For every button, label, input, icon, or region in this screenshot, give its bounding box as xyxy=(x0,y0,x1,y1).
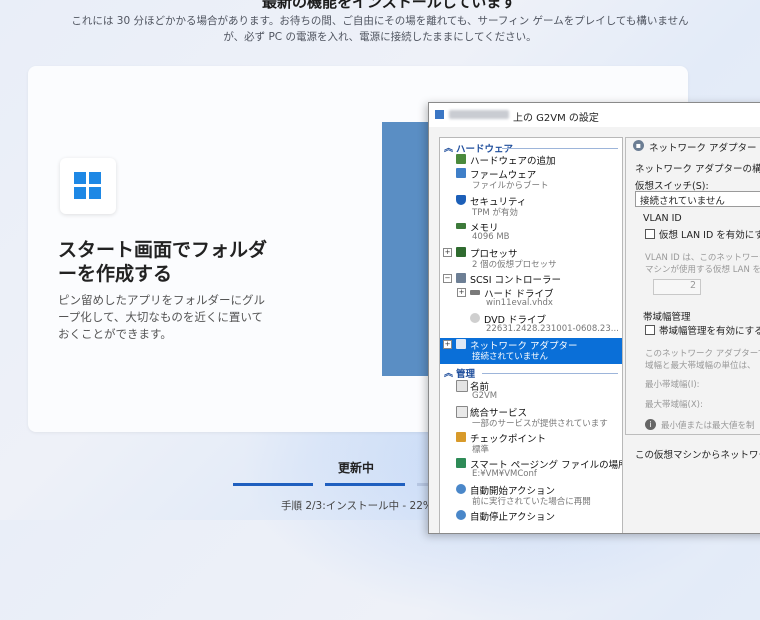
bandwidth-checkbox[interactable] xyxy=(645,325,655,335)
tree-item-checkpoints[interactable]: チェックポイント 標準 xyxy=(440,431,622,456)
add-hardware-icon xyxy=(456,154,466,164)
tree-item-scsi-controller[interactable]: − SCSI コントローラー xyxy=(440,272,622,286)
min-bandwidth-label: 最小帯域幅(I): xyxy=(645,380,700,390)
bandwidth-description-2: 域幅と最大帯域幅の単位は、 xyxy=(645,361,756,371)
vlan-id-input[interactable]: 2 xyxy=(653,279,701,295)
tree-item-security[interactable]: セキュリティ TPM が有効 xyxy=(440,194,622,219)
blurred-hostname xyxy=(449,110,509,119)
tree-item-firmware[interactable]: ファームウェア ファイルからブート xyxy=(440,167,622,192)
shield-icon xyxy=(456,195,466,205)
tree-item-auto-stop[interactable]: 自動停止アクション xyxy=(440,509,622,533)
memory-icon xyxy=(456,223,466,229)
network-adapter-icon: ▪ xyxy=(633,140,644,151)
page-title: 最新の機能をインストールしています xyxy=(262,0,517,11)
description-line-2: が、必ず PC の電源を入れ、電源に接続したままにしてください。 xyxy=(223,31,537,43)
bandwidth-description-1: このネットワーク アダプターでの xyxy=(645,349,760,359)
panel-header: ネットワーク アダプター xyxy=(649,143,757,154)
section-management[interactable]: ︽ 管理 xyxy=(440,366,622,380)
updating-label: 更新中 xyxy=(338,461,375,475)
bandwidth-group-label: 帯域幅管理 xyxy=(643,312,691,323)
virtual-switch-label: 仮想スイッチ(S): xyxy=(635,181,709,192)
chevron-up-icon[interactable]: ︽ xyxy=(444,366,453,379)
network-adapter-icon xyxy=(456,339,466,349)
checkpoint-icon xyxy=(456,432,466,442)
vm-settings-window[interactable]: 上の G2VM の設定 ︽ ハードウェア ハードウェアの追加 ファームウェア フ… xyxy=(428,102,760,534)
expand-icon[interactable]: + xyxy=(443,248,452,257)
hyperv-icon xyxy=(435,110,444,119)
tree-item-hard-drive[interactable]: + ハード ドライブ win11eval.vhdx xyxy=(440,286,622,311)
tree-item-add-hardware[interactable]: ハードウェアの追加 xyxy=(440,153,622,167)
window-title: 上の G2VM の設定 xyxy=(513,113,599,124)
tree-item-integration-services[interactable]: 統合サービス 一部のサービスが提供されています xyxy=(440,405,622,430)
config-label: ネットワーク アダプターの構成を指定 xyxy=(635,164,760,175)
settings-tree[interactable]: ︽ ハードウェア ハードウェアの追加 ファームウェア ファイルからブート セキュ… xyxy=(439,137,623,533)
progress-segment-active xyxy=(233,483,313,486)
tip-description: ピン留めしたアプリをフォルダーにグループ化して、大切なものを近くに置いておくこと… xyxy=(58,293,265,341)
dvd-icon xyxy=(470,313,480,323)
max-bandwidth-label: 最大帯域幅(X): xyxy=(645,400,703,410)
auto-stop-icon xyxy=(456,510,466,520)
controller-icon xyxy=(456,273,466,283)
vlan-group-label: VLAN ID xyxy=(643,213,682,224)
windows-logo-icon xyxy=(60,158,116,214)
progress-segment-active xyxy=(325,483,405,486)
bandwidth-checkbox-label: 帯域幅管理を有効にする( xyxy=(659,326,760,337)
section-divider xyxy=(502,148,618,149)
bandwidth-info-text: 最小値または最大値を制 xyxy=(661,421,755,431)
description-line-1: これには 30 分ほどかかる場合があります。お待ちの間、ご自由にその場を離れても… xyxy=(71,15,689,27)
tree-item-name[interactable]: 名前 G2VM xyxy=(440,379,622,404)
info-icon: i xyxy=(645,419,656,430)
window-titlebar[interactable]: 上の G2VM の設定 xyxy=(429,103,760,127)
tree-item-dvd-drive[interactable]: DVD ドライブ 22631.2428.231001-0608.23... xyxy=(440,312,622,337)
expand-icon[interactable]: + xyxy=(443,340,452,349)
integration-services-icon xyxy=(456,406,468,418)
name-icon xyxy=(456,380,468,392)
panel-footer-text: この仮想マシンからネットワーク アダ xyxy=(635,450,760,461)
section-divider xyxy=(482,373,618,374)
hard-drive-icon xyxy=(470,290,480,295)
tree-item-smart-paging[interactable]: スマート ページング ファイルの場所 E:¥VM¥VMConf xyxy=(440,457,622,482)
tree-item-auto-start[interactable]: 自動開始アクション 前に実行されていた場合に再開 xyxy=(440,483,622,508)
expand-icon[interactable]: + xyxy=(457,288,466,297)
paging-file-icon xyxy=(456,458,466,468)
auto-start-icon xyxy=(456,484,466,494)
tip-title: スタート画面でフォルダーを作成する xyxy=(58,239,268,285)
processor-icon xyxy=(456,247,466,257)
tree-item-memory[interactable]: メモリ 4096 MB xyxy=(440,220,622,245)
vlan-checkbox-label: 仮想 LAN ID を有効にする xyxy=(659,230,760,241)
vlan-checkbox[interactable] xyxy=(645,229,655,239)
firmware-icon xyxy=(456,168,466,178)
vlan-description-1: VLAN ID は、このネットワーク ア xyxy=(645,253,760,263)
virtual-switch-select[interactable]: 接続されていません xyxy=(635,191,760,207)
install-step-text: 手順 2/3:インストール中 - 22% xyxy=(281,500,433,512)
network-adapter-panel: ▪ ネットワーク アダプター ネットワーク アダプターの構成を指定 仮想スイッチ… xyxy=(625,137,760,533)
tree-item-processor[interactable]: + プロセッサ 2 個の仮想プロセッサ xyxy=(440,246,622,271)
tree-item-network-adapter[interactable]: + ネットワーク アダプター 接続されていません xyxy=(440,338,622,364)
collapse-icon[interactable]: − xyxy=(443,274,452,283)
vlan-description-2: マシンが使用する仮想 LAN を指 xyxy=(645,265,760,275)
